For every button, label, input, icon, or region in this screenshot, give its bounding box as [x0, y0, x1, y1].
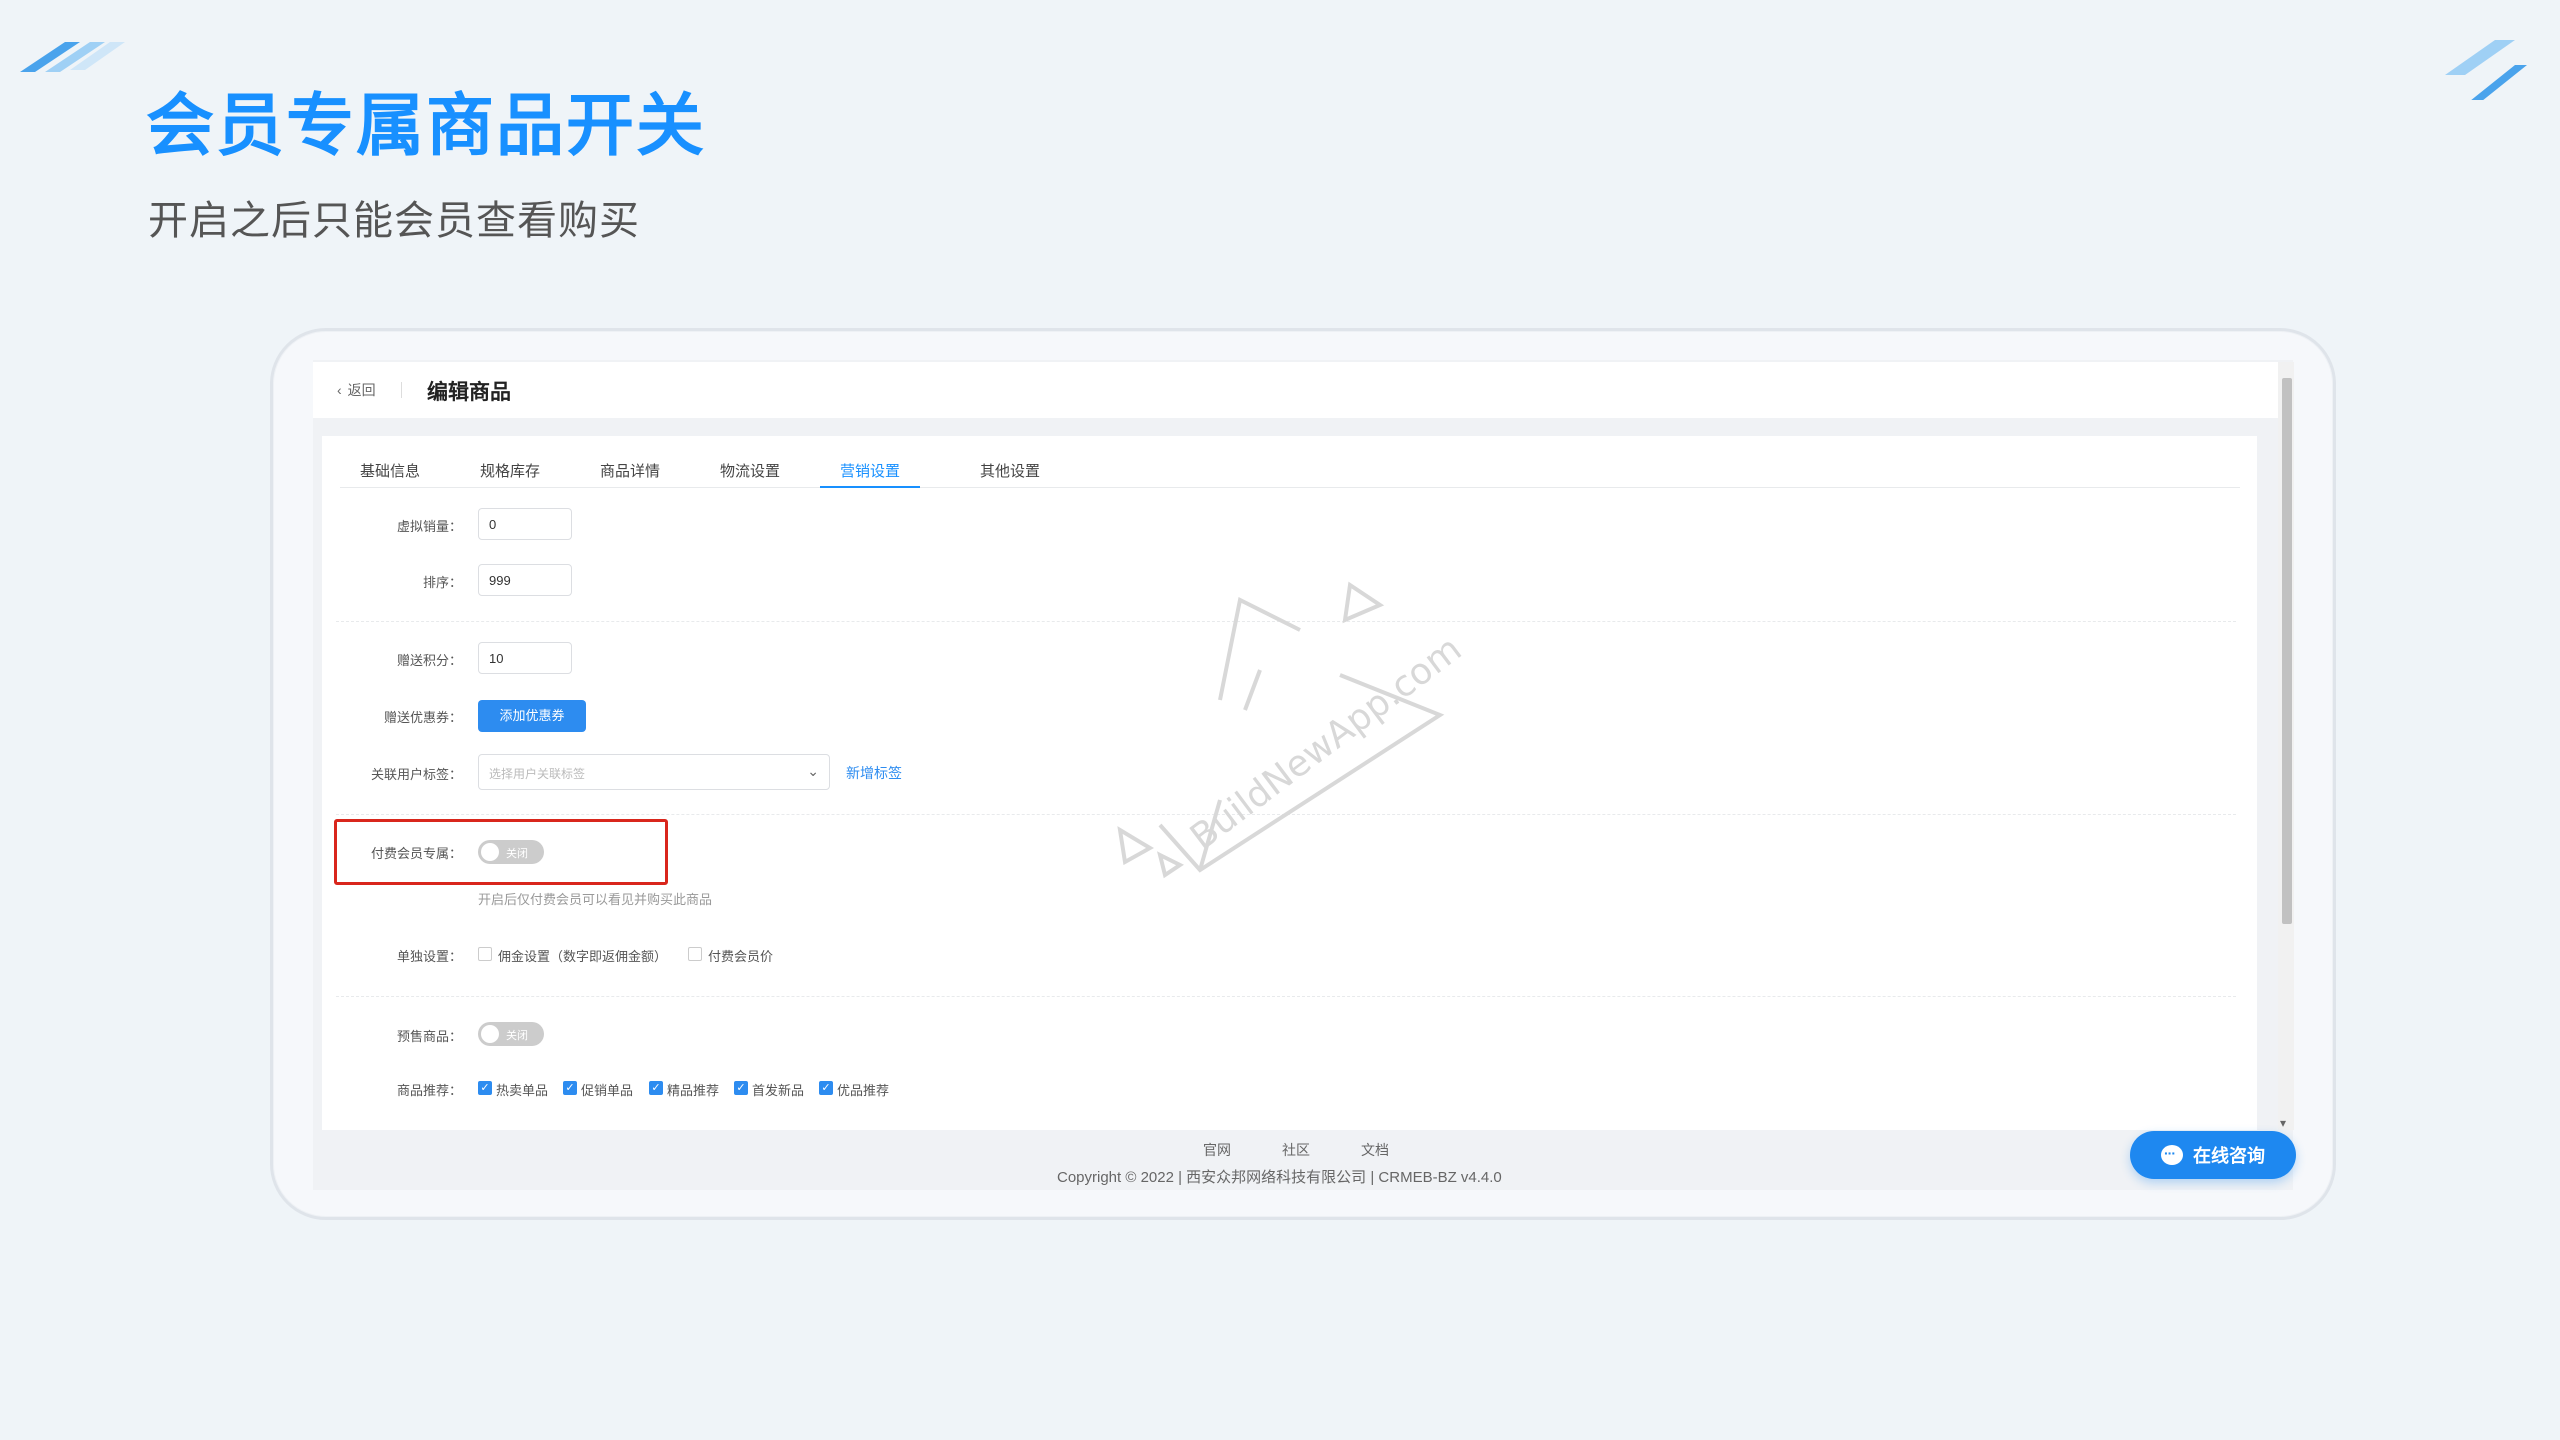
coupon-label: 赠送优惠券： [383, 710, 462, 725]
chevron-down-icon: ⌄ [807, 763, 819, 779]
footer-link-community[interactable]: 社区 [1282, 1140, 1310, 1160]
check-icon[interactable]: ✓ [563, 1081, 577, 1095]
vip-price-option-label: 付费会员价 [708, 949, 774, 964]
recommend-option: 精品推荐 [667, 1083, 720, 1098]
sort-label: 排序： [422, 575, 462, 590]
tab-marketing[interactable]: 营销设置 [820, 460, 921, 488]
chat-icon [2161, 1145, 2183, 1165]
commission-option-label: 佣金设置（数字即返佣金额） [498, 949, 668, 964]
vip-exclusive-hint: 开启后仅付费会员可以看见并购买此商品 [478, 892, 713, 907]
add-coupon-button[interactable]: 添加优惠券 [478, 700, 586, 732]
virtual-sales-label: 虚拟销量： [396, 519, 462, 534]
footer-link-docs[interactable]: 文档 [1361, 1140, 1389, 1160]
virtual-sales-input[interactable]: 0 [478, 508, 572, 540]
back-label: 返回 [347, 382, 376, 398]
recommend-option: 促销单品 [581, 1083, 634, 1098]
page-title: 编辑商品 [427, 381, 511, 404]
new-tag-link[interactable]: 新增标签 [846, 763, 902, 783]
switch-text: 关闭 [506, 848, 528, 860]
switch-knob [481, 843, 499, 861]
recommend-option: 首发新品 [752, 1083, 805, 1098]
watermark-logo: BuildNewApp.com [1117, 581, 1469, 879]
presale-label: 预售商品： [396, 1029, 462, 1044]
switch-text: 关闭 [506, 1030, 528, 1042]
check-icon[interactable]: ✓ [819, 1081, 833, 1095]
divider [401, 382, 402, 398]
user-tags-label: 关联用户标签： [370, 767, 462, 782]
consult-label: 在线咨询 [2193, 1146, 2265, 1166]
check-icon[interactable]: ✓ [734, 1081, 748, 1095]
top-bar: ‹ 返回 编辑商品 [313, 362, 2278, 418]
back-link[interactable]: ‹ 返回 [337, 380, 376, 400]
copyright-text: Copyright © 2022 | 西安众邦网络科技有限公司 | CRMEB-… [1057, 1169, 1502, 1186]
sort-input[interactable]: 999 [478, 564, 572, 596]
tab-basic-info[interactable]: 基础信息 [360, 460, 420, 488]
footer-link-site[interactable]: 官网 [1203, 1140, 1231, 1160]
select-placeholder: 选择用户关联标签 [489, 767, 586, 781]
check-icon[interactable]: ✓ [478, 1081, 492, 1095]
recommend-option: 热卖单品 [496, 1083, 549, 1098]
chevron-left-icon: ‹ [337, 382, 342, 398]
single-settings-label: 单独设置： [396, 949, 462, 964]
tab-bar: 基础信息 规格库存 商品详情 物流设置 营销设置 其他设置 [340, 436, 2240, 488]
recommend-label: 商品推荐： [396, 1083, 462, 1098]
tab-spec-stock[interactable]: 规格库存 [480, 460, 540, 488]
tab-other[interactable]: 其他设置 [980, 460, 1040, 488]
points-label: 赠送积分： [396, 653, 462, 668]
vip-exclusive-label: 付费会员专属： [370, 846, 462, 861]
recommend-option: 优品推荐 [837, 1083, 890, 1098]
scrollbar-thumb[interactable] [2282, 378, 2292, 924]
tab-product-detail[interactable]: 商品详情 [600, 460, 660, 488]
section-divider [336, 996, 2236, 997]
slide-title: 会员专属商品开关 [146, 86, 707, 166]
tab-logistics[interactable]: 物流设置 [720, 460, 780, 488]
vip-exclusive-switch[interactable]: 关闭 [478, 840, 544, 864]
online-consult-button[interactable]: 在线咨询 [2130, 1131, 2296, 1179]
presale-switch[interactable]: 关闭 [478, 1022, 544, 1046]
commission-checkbox[interactable] [478, 947, 492, 961]
user-tags-select[interactable]: 选择用户关联标签 ⌄ [478, 754, 830, 790]
decorative-stripes-left [20, 42, 125, 72]
points-input[interactable]: 10 [478, 642, 572, 674]
vip-price-checkbox[interactable] [688, 947, 702, 961]
check-icon[interactable]: ✓ [649, 1081, 663, 1095]
switch-knob [481, 1025, 499, 1043]
slide-subtitle: 开启之后只能会员查看购买 [148, 198, 640, 244]
scroll-down-icon[interactable]: ▾ [2280, 1116, 2286, 1130]
decorative-stripes-right [2445, 40, 2527, 100]
